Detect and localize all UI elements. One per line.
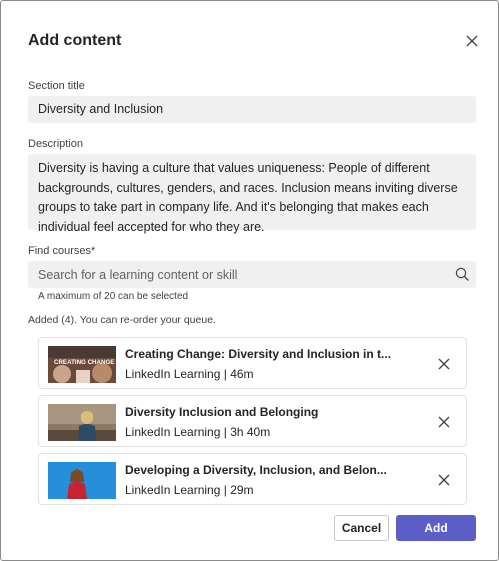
course-meta: LinkedIn Learning | 3h 40m (125, 425, 271, 439)
remove-course-close-icon[interactable] (437, 415, 451, 429)
search-input[interactable] (28, 261, 448, 288)
description-label: Description (28, 138, 84, 150)
added-count-note: Added (4). You can re-order your queue. (28, 314, 216, 326)
course-thumbnail (48, 404, 116, 441)
course-search (28, 261, 476, 288)
section-title-field[interactable]: Diversity and Inclusion (28, 96, 476, 123)
course-meta: LinkedIn Learning | 29m (125, 483, 254, 497)
cancel-button[interactable]: Cancel (334, 515, 389, 541)
search-icon[interactable] (455, 267, 470, 287)
dialog-title: Add content (28, 32, 122, 49)
remove-course-close-icon[interactable] (437, 473, 451, 487)
course-title: Developing a Diversity, Inclusion, and B… (125, 463, 387, 477)
add-content-dialog: Add content Section title Diversity and … (0, 0, 499, 561)
course-title: Diversity Inclusion and Belonging (125, 405, 319, 419)
course-card[interactable]: Diversity Inclusion and Belonging Linked… (38, 395, 467, 447)
description-field[interactable]: Diversity is having a culture that value… (28, 154, 476, 234)
course-card[interactable]: Developing a Diversity, Inclusion, and B… (38, 453, 467, 505)
remove-course-close-icon[interactable] (437, 357, 451, 371)
find-courses-label: Find courses* (28, 245, 96, 257)
course-card[interactable]: CREATING CHANGE Creating Change: Diversi… (38, 337, 467, 389)
course-thumbnail (48, 462, 116, 499)
add-button[interactable]: Add (396, 515, 476, 541)
course-thumbnail: CREATING CHANGE (48, 346, 116, 383)
selection-limit-hint: A maximum of 20 can be selected (38, 291, 189, 302)
section-title-label: Section title (28, 80, 85, 92)
svg-text:CREATING CHANGE: CREATING CHANGE (54, 359, 114, 366)
course-title: Creating Change: Diversity and Inclusion… (125, 347, 392, 361)
close-icon[interactable] (463, 32, 481, 50)
course-meta: LinkedIn Learning | 46m (125, 367, 254, 381)
